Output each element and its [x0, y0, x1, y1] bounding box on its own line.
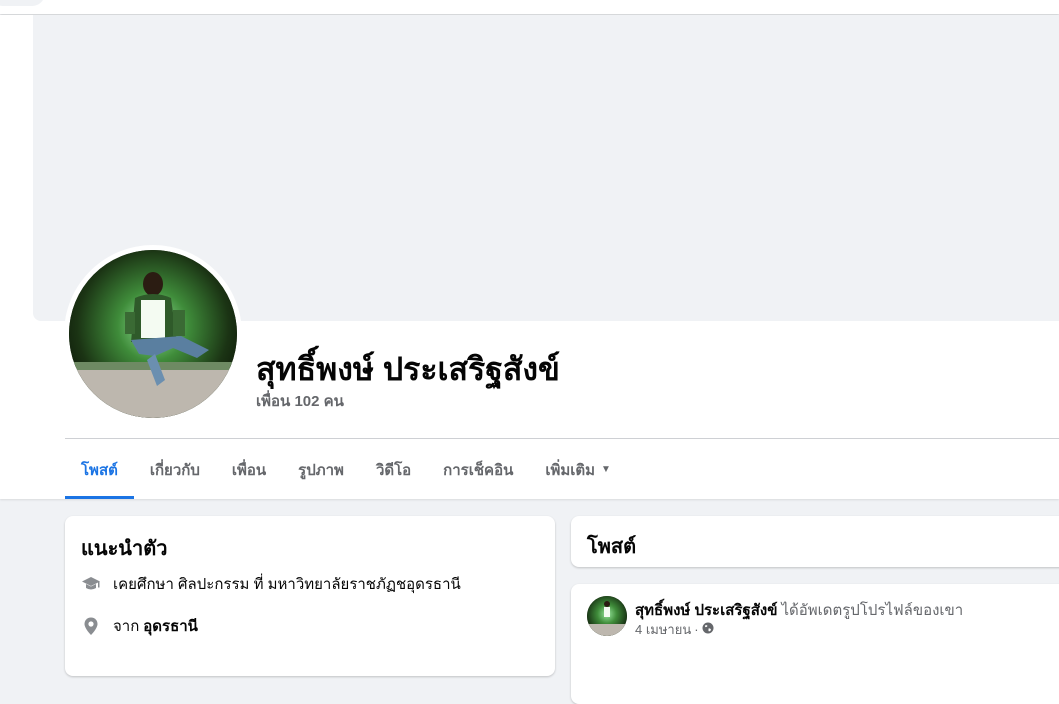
hometown-place[interactable]: อุดรธานี [143, 614, 198, 638]
tab-friends-label: เพื่อน [231, 461, 267, 479]
tab-about[interactable]: เกี่ยวกับ [134, 440, 216, 499]
profile-avatar[interactable] [69, 250, 237, 418]
top-navigation-bar [0, 0, 1059, 14]
tab-more[interactable]: เพิ่มเติม ▼ [529, 440, 627, 499]
intro-hometown: จาก อุดรธานี [81, 614, 198, 638]
graduation-cap-icon [81, 574, 101, 594]
tab-photos[interactable]: รูปภาพ [282, 440, 360, 499]
intro-education: เคยศึกษา ศิลปะกรรม ที่ มหาวิทยาลัยราชภัฏ… [81, 572, 461, 596]
post-card: สุทธิ์พงษ์ ประเสริฐสังข์ ได้อัพเดตรูปโปรไ… [571, 584, 1059, 704]
tab-videos-label: วิดีโอ [375, 461, 412, 479]
tab-posts-label: โพสต์ [81, 461, 118, 479]
tab-friends[interactable]: เพื่อน [216, 440, 282, 499]
tab-about-label: เกี่ยวกับ [149, 461, 200, 479]
location-pin-icon [81, 616, 101, 636]
posts-header-card: โพสต์ [571, 516, 1059, 567]
caret-down-icon: ▼ [601, 464, 611, 475]
posts-header-title: โพสต์ [587, 536, 637, 558]
search-box-edge[interactable] [0, 0, 45, 6]
post-action-text: ได้อัพเดตรูปโปรไฟล์ของเขา [781, 602, 964, 619]
header-divider [65, 438, 1059, 439]
intro-card: แนะนำตัว เคยศึกษา ศิลปะกรรม ที่ มหาวิทยา… [65, 516, 555, 676]
intro-title: แนะนำตัว [81, 538, 168, 560]
hometown-prefix: จาก [113, 618, 140, 635]
tab-checkins-label: การเช็คอิน [443, 461, 514, 479]
meta-separator: · [694, 622, 699, 637]
post-meta: 4 เมษายน · [635, 619, 714, 640]
tab-videos[interactable]: วิดีโอ [360, 440, 427, 499]
tab-checkins[interactable]: การเช็คอิน [427, 440, 529, 499]
profile-tabs: โพสต์ เกี่ยวกับ เพื่อน รูปภาพ วิดีโอ การ… [65, 440, 627, 499]
post-author-name[interactable]: สุทธิ์พงษ์ ประเสริฐสังข์ [635, 602, 777, 619]
tab-more-label: เพิ่มเติม [545, 461, 596, 479]
profile-name: สุทธิ์พงษ์ ประเสริฐสังข์ [256, 351, 560, 387]
education-text: เคยศึกษา ศิลปะกรรม ที่ มหาวิทยาลัยราชภัฏ… [113, 576, 461, 593]
tab-posts[interactable]: โพสต์ [65, 440, 134, 499]
post-author-avatar[interactable] [587, 596, 627, 636]
friend-count[interactable]: เพื่อน 102 คน [256, 389, 344, 413]
tab-photos-label: รูปภาพ [298, 461, 344, 479]
post-date[interactable]: 4 เมษายน [635, 619, 691, 640]
globe-icon[interactable] [702, 622, 714, 637]
